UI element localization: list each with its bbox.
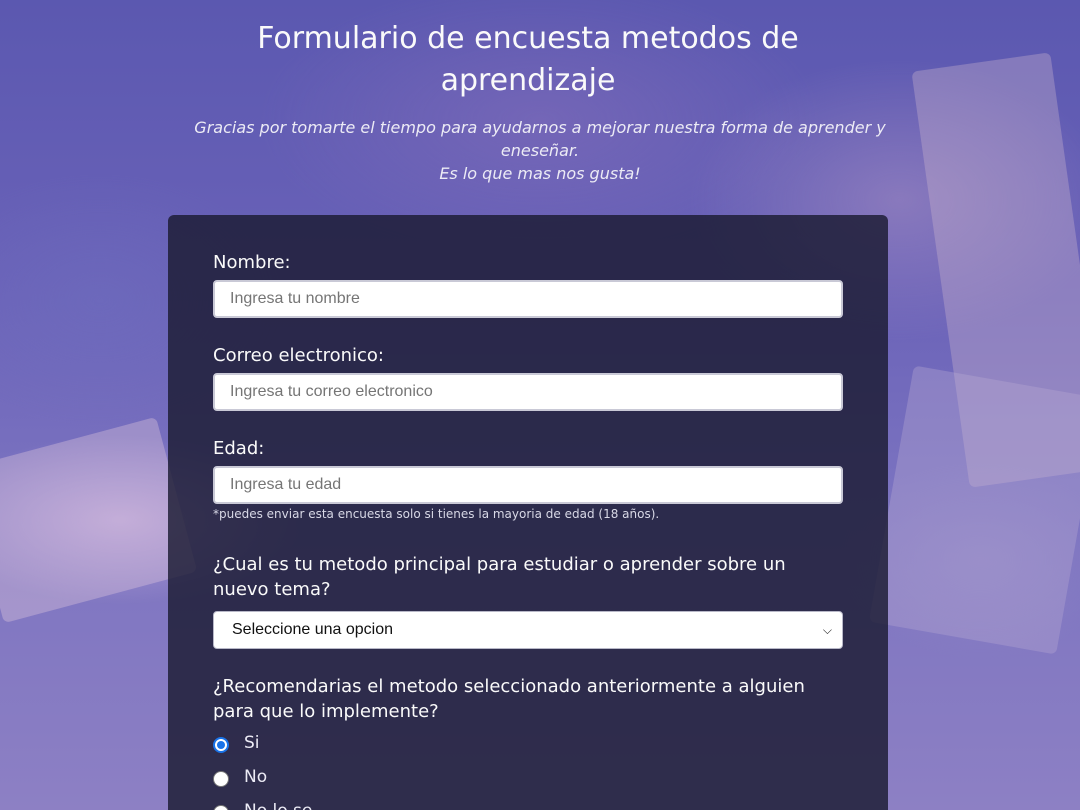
radio-button[interactable] <box>213 771 229 787</box>
survey-form: Nombre: Ingresa tu nombre Correo electro… <box>168 215 888 810</box>
email-input[interactable]: Ingresa tu correo electronico <box>213 373 843 411</box>
recommend-label: ¿Recomendarias el metodo seleccionado an… <box>213 676 805 722</box>
method-select-value: Seleccione una opcion <box>232 621 394 638</box>
method-label: ¿Cual es tu metodo principal para estudi… <box>213 554 786 600</box>
description-line: Es lo que mas nos gusta! <box>439 164 641 183</box>
name-input[interactable]: Ingresa tu nombre <box>213 280 843 318</box>
age-note: *puedes enviar esta encuesta solo si tie… <box>213 507 660 521</box>
radio-label: Si <box>244 733 260 753</box>
description-line: Gracias por tomarte el tiempo para ayuda… <box>194 118 886 160</box>
method-select[interactable]: Seleccione una opcion ⌵ <box>213 611 843 649</box>
name-label: Nombre: <box>213 252 291 273</box>
email-label: Correo electronico: <box>213 345 384 366</box>
age-label: Edad: <box>213 438 265 459</box>
radio-label: No lo se <box>244 801 312 810</box>
radio-button[interactable] <box>213 737 229 753</box>
radio-button[interactable] <box>213 805 229 810</box>
chevron-down-icon: ⌵ <box>822 623 832 637</box>
background-image <box>868 365 1080 655</box>
age-input[interactable]: Ingresa tu edad <box>213 466 843 504</box>
radio-label: No <box>244 767 268 787</box>
page-title: Formulario de encuesta metodos de aprend… <box>257 21 799 98</box>
page-description: Gracias por tomarte el tiempo para ayuda… <box>190 116 890 185</box>
